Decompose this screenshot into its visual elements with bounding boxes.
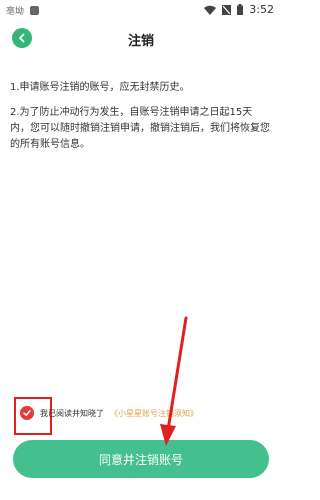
status-left: 亳坳 (6, 4, 40, 17)
agree-and-cancel-account-button[interactable]: 同意并注销账号 (13, 440, 269, 478)
notice-paragraph-1: 1.申请账号注销的账号，应无封禁历史。 (10, 82, 190, 93)
notice-paragraph-2: 2.为了防止冲动行为发生，自账号注销申请之日起15天内，您可以随时撤销注销申请，… (10, 107, 270, 150)
agreement-row: 我已阅读并知晓了 《小星星账号注销须知》 (20, 406, 198, 420)
status-right: 3:52 (204, 3, 274, 16)
battery-icon (237, 4, 244, 15)
notice-content: 1.申请账号注销的账号，应无封禁历史。 2.为了防止冲动行为发生，自账号注销申请… (10, 80, 272, 162)
status-bar: 亳坳 3:52 (0, 0, 282, 22)
page-title: 注销 (127, 34, 154, 49)
agreement-link[interactable]: 《小星星账号注销须知》 (110, 408, 198, 419)
carrier-label: 亳坳 (6, 7, 25, 17)
signal-icon (222, 4, 232, 15)
checkmark-icon (23, 410, 31, 416)
notification-icon (30, 6, 40, 15)
agreement-text: 我已阅读并知晓了 (40, 408, 104, 418)
wifi-icon (204, 5, 217, 15)
status-time: 3:52 (249, 3, 274, 16)
header: 注销 (0, 22, 282, 58)
agree-checkbox[interactable] (20, 406, 34, 420)
